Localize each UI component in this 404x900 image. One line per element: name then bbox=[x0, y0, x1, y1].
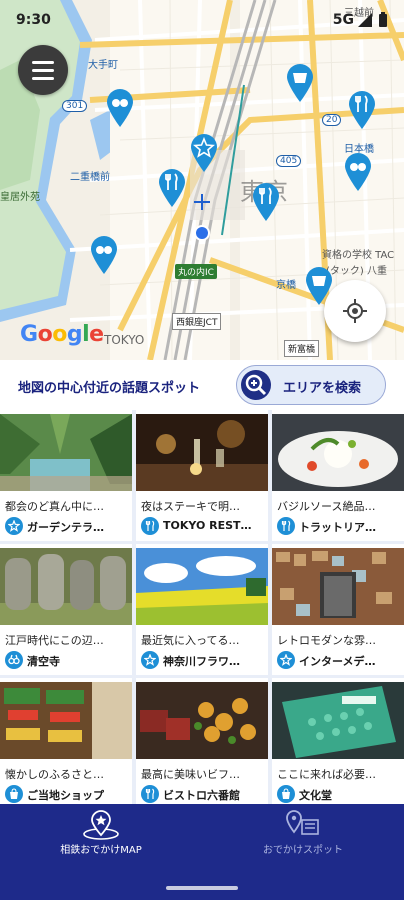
spot-photo bbox=[272, 548, 404, 625]
spot-description: 懐かしのふるさと… bbox=[5, 768, 104, 781]
current-location-dot-icon bbox=[194, 225, 210, 241]
map-label-tokyo-en: TOKYO bbox=[104, 333, 145, 347]
spot-description: 夜はステーキで明… bbox=[141, 500, 240, 513]
spot-name: インターメデ… bbox=[299, 655, 376, 668]
menu-icon-line bbox=[32, 61, 54, 64]
spot-card[interactable]: バジルソース絶品… トラットリア… bbox=[272, 410, 404, 541]
center-crosshair-icon bbox=[194, 194, 210, 210]
spot-card[interactable]: 最近気に入ってる… 神奈川フラワ… bbox=[136, 544, 268, 675]
spot-description: 最高に美味いビフ… bbox=[141, 768, 240, 781]
spot-photo bbox=[0, 548, 132, 625]
route-20-badge: 20 bbox=[322, 114, 342, 126]
route-301-badge: 301 bbox=[62, 100, 88, 112]
google-logo: Google bbox=[20, 322, 104, 347]
menu-button[interactable] bbox=[18, 45, 68, 95]
spot-card[interactable]: 懐かしのふるさと… ご当地ショップ bbox=[0, 678, 132, 804]
tab-odekake-map[interactable]: 相鉄おでかけMAP bbox=[0, 804, 202, 876]
map-pin-restaurant[interactable] bbox=[348, 90, 376, 130]
fork-knife-icon bbox=[141, 517, 159, 535]
star-icon bbox=[277, 651, 295, 669]
spot-name: ご当地ショップ bbox=[27, 789, 104, 802]
spot-name: 文化堂 bbox=[299, 789, 332, 802]
map-view[interactable]: 9:30 5G 大手町 二重橋前 皇居外苑 東京 日本橋 資格の学校 TAC (… bbox=[0, 0, 404, 360]
spot-name: トラットリア… bbox=[299, 521, 376, 534]
spot-grid: 都会のど真ん中に… ガーデンテラ… 夜はステーキで明… TOKYO REST… bbox=[0, 410, 404, 804]
spot-card[interactable]: レトロモダンな雰… インターメデ… bbox=[272, 544, 404, 675]
tab-odekake-spots-label: おでかけスポット bbox=[263, 845, 343, 856]
map-label-kyobashi: 京橋 bbox=[276, 280, 296, 291]
spot-name: ビストロ六番館 bbox=[163, 789, 240, 802]
tab-odekake-spots[interactable]: おでかけスポット bbox=[202, 804, 404, 876]
zoom-search-icon bbox=[241, 370, 271, 400]
spot-description: バジルソース絶品… bbox=[277, 500, 376, 513]
spot-description: レトロモダンな雰… bbox=[277, 634, 376, 647]
map-label-nijubashi: 二重橋前 bbox=[70, 172, 110, 183]
spot-photo bbox=[272, 682, 404, 759]
tab-odekake-map-label: 相鉄おでかけMAP bbox=[60, 845, 142, 856]
spot-name: 神奈川フラワ… bbox=[163, 655, 240, 668]
menu-icon-line bbox=[32, 69, 54, 72]
map-label-shikaku: 資格の学校 TAC bbox=[322, 250, 395, 261]
map-pin-binoculars[interactable] bbox=[90, 235, 118, 275]
map-pin-restaurant[interactable] bbox=[158, 168, 186, 208]
map-label-shintomi: 新富橋 bbox=[284, 340, 320, 357]
binoculars-icon bbox=[5, 651, 23, 669]
status-bar: 9:30 5G bbox=[0, 8, 404, 32]
crosshair-target-icon bbox=[343, 299, 367, 323]
spot-list-icon bbox=[286, 810, 319, 835]
map-label-tac: (タック) 八重 bbox=[326, 266, 387, 277]
search-row: 地図の中心付近の話題スポット エリアを検索 bbox=[0, 360, 404, 410]
spot-description: ここに来れば必要… bbox=[277, 768, 376, 781]
network-type: 5G bbox=[332, 12, 354, 28]
spot-card[interactable]: 都会のど真ん中に… ガーデンテラ… bbox=[0, 410, 132, 541]
map-pin-icon bbox=[83, 810, 119, 840]
spot-photo bbox=[136, 414, 268, 491]
signal-battery-icon bbox=[358, 12, 387, 27]
spot-name: 清空寺 bbox=[27, 655, 60, 668]
route-405-badge: 405 bbox=[276, 155, 302, 167]
spot-photo bbox=[272, 414, 404, 491]
my-location-button[interactable] bbox=[324, 280, 386, 342]
map-label-nishiginza-jct: 西銀座JCT bbox=[172, 313, 222, 330]
area-search-label: エリアを検索 bbox=[283, 381, 362, 396]
spot-photo bbox=[136, 682, 268, 759]
menu-icon-line bbox=[32, 77, 54, 80]
shopping-bag-icon bbox=[277, 785, 295, 803]
fork-knife-icon bbox=[141, 785, 159, 803]
spot-card[interactable]: 江戸時代にこの辺… 清空寺 bbox=[0, 544, 132, 675]
spot-description: 都会のど真ん中に… bbox=[5, 500, 104, 513]
map-label-kokyo: 皇居外苑 bbox=[0, 192, 40, 203]
map-pin-star[interactable] bbox=[190, 133, 218, 173]
map-label-marunouchi-ic: 丸の内IC bbox=[175, 264, 217, 279]
star-icon bbox=[141, 651, 159, 669]
map-pin-binoculars[interactable] bbox=[106, 88, 134, 128]
spot-photo bbox=[0, 682, 132, 759]
spot-card[interactable]: 最高に美味いビフ… ビストロ六番館 bbox=[136, 678, 268, 804]
status-time: 9:30 bbox=[16, 12, 51, 28]
map-pin-binoculars[interactable] bbox=[344, 152, 372, 192]
spot-description: 江戸時代にこの辺… bbox=[5, 634, 104, 647]
map-pin-shopping[interactable] bbox=[286, 63, 314, 103]
spot-card[interactable]: 夜はステーキで明… TOKYO REST… bbox=[136, 410, 268, 541]
home-indicator[interactable] bbox=[166, 886, 238, 890]
spot-name: ガーデンテラ… bbox=[27, 521, 104, 534]
area-search-button[interactable]: エリアを検索 bbox=[236, 365, 386, 405]
spot-name: TOKYO REST… bbox=[163, 519, 252, 532]
shopping-bag-icon bbox=[5, 785, 23, 803]
spot-photo bbox=[136, 548, 268, 625]
star-icon bbox=[5, 517, 23, 535]
spot-photo bbox=[0, 414, 132, 491]
map-pin-restaurant[interactable] bbox=[252, 182, 280, 222]
spot-card[interactable]: ここに来れば必要… 文化堂 bbox=[272, 678, 404, 804]
map-label-otemachi: 大手町 bbox=[88, 60, 118, 71]
nearby-spots-title: 地図の中心付近の話題スポット bbox=[18, 381, 201, 396]
fork-knife-icon bbox=[277, 517, 295, 535]
spot-description: 最近気に入ってる… bbox=[141, 634, 240, 647]
